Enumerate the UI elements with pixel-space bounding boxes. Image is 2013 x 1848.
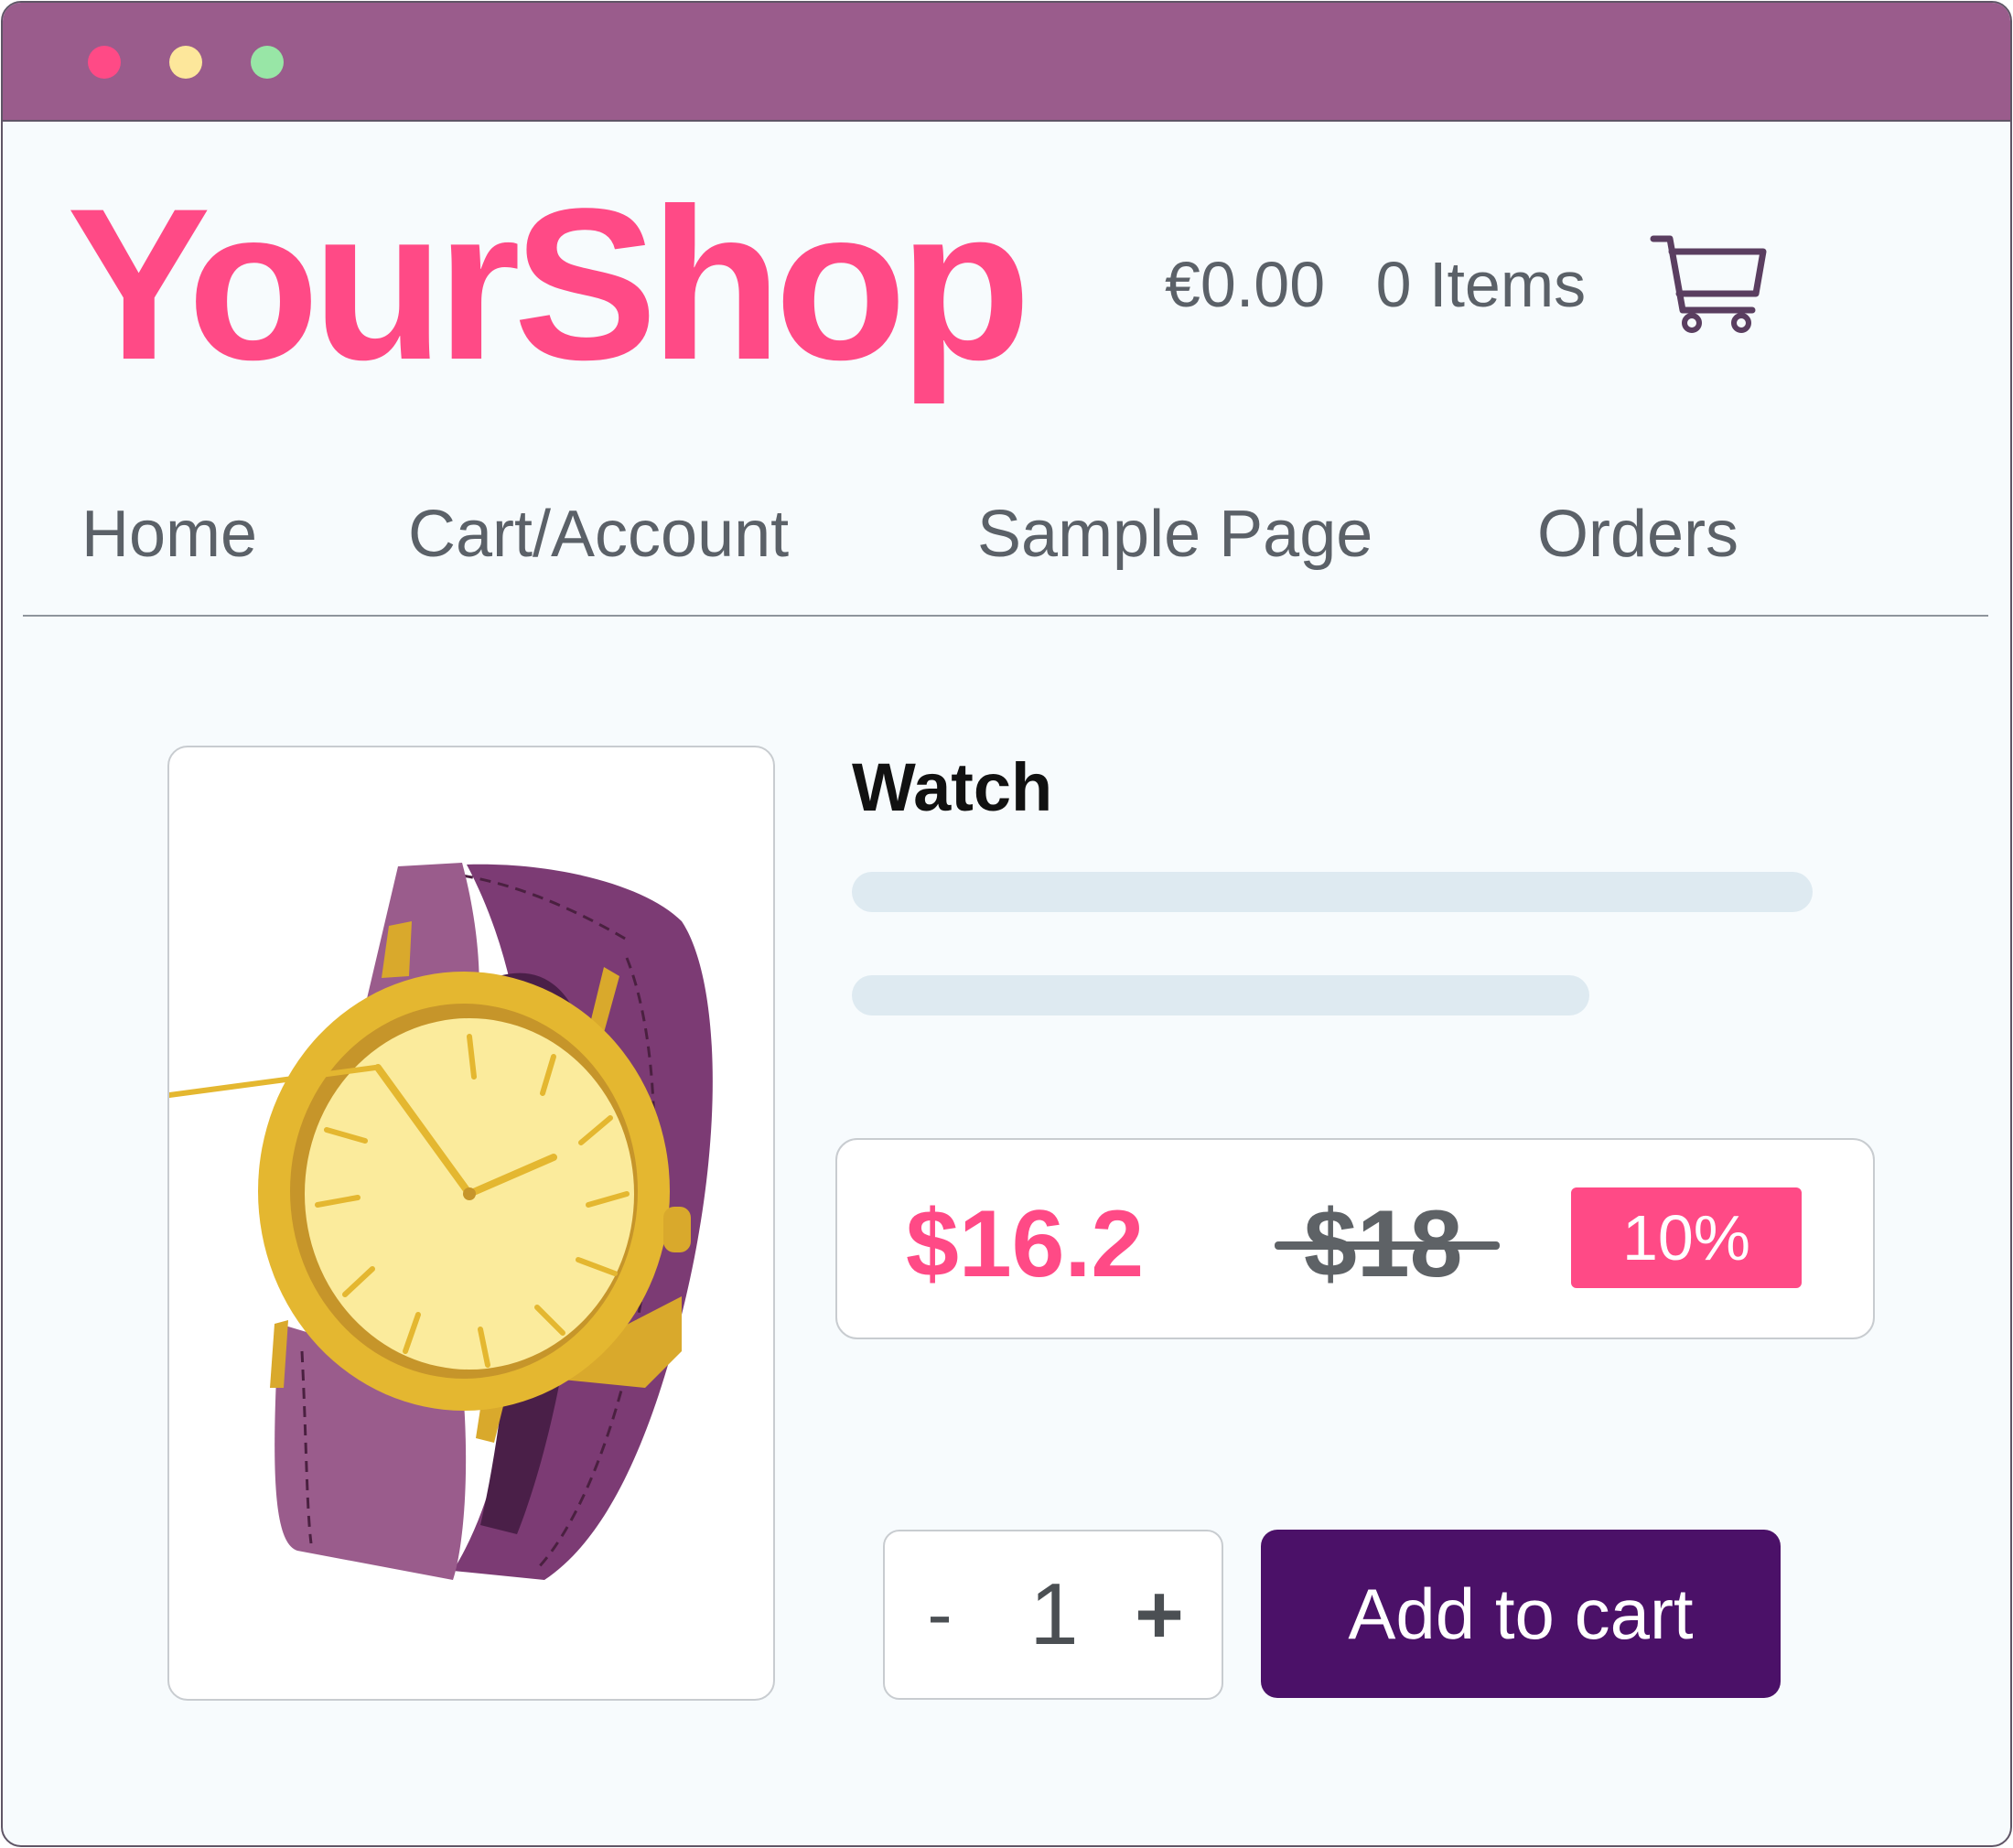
description-placeholder-line	[852, 872, 1813, 912]
original-price: $18	[1275, 1191, 1499, 1297]
close-window-dot[interactable]	[88, 46, 121, 79]
minimize-window-dot[interactable]	[169, 46, 202, 79]
cart-item-count: 0 Items	[1375, 249, 1587, 320]
maximize-window-dot[interactable]	[251, 46, 284, 79]
wristwatch-illustration	[169, 863, 713, 1580]
cart-total: €0.00	[1165, 249, 1326, 320]
shop-logo[interactable]: YourShop	[67, 177, 1031, 392]
nav-item-sample-page[interactable]: Sample Page	[977, 497, 1372, 572]
product-image[interactable]	[167, 746, 775, 1701]
increase-quantity-button[interactable]: +	[1114, 1531, 1205, 1698]
nav-item-home[interactable]: Home	[81, 497, 257, 572]
decrease-quantity-button[interactable]: -	[903, 1531, 976, 1698]
quantity-stepper: - 1 +	[883, 1530, 1223, 1700]
quantity-value[interactable]: 1	[1004, 1531, 1104, 1698]
cart-summary[interactable]: €0.00 0 Items	[1165, 248, 1586, 321]
nav-divider	[23, 615, 1988, 617]
product-title: Watch	[852, 749, 1053, 825]
discount-badge: 10%	[1571, 1187, 1802, 1288]
window-titlebar	[3, 3, 2010, 122]
nav-item-orders[interactable]: Orders	[1537, 497, 1738, 572]
browser-window: YourShop €0.00 0 Items Home Cart/Account…	[1, 1, 2012, 1847]
price-box: $16.2 $18 10%	[835, 1138, 1875, 1339]
shopping-cart-icon[interactable]	[1650, 230, 1769, 336]
description-placeholder-line	[852, 975, 1589, 1015]
nav-item-cart-account[interactable]: Cart/Account	[408, 497, 789, 572]
add-to-cart-button[interactable]: Add to cart	[1261, 1530, 1781, 1698]
sale-price: $16.2	[906, 1191, 1145, 1297]
